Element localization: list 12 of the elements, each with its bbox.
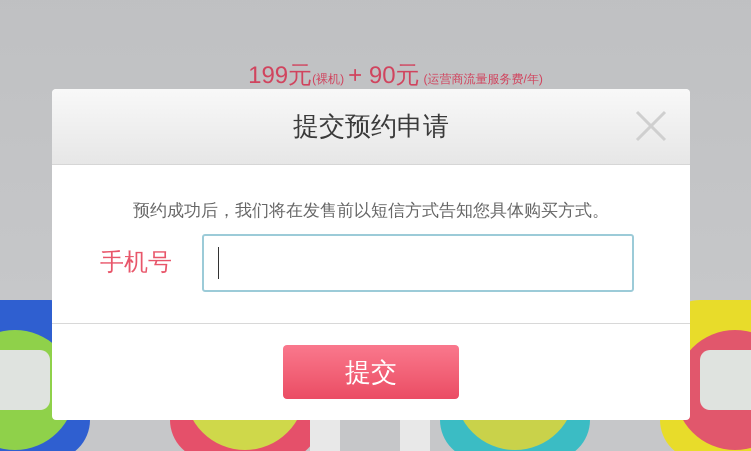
submit-button[interactable]: 提交	[283, 345, 459, 399]
phone-input-field[interactable]	[202, 234, 634, 292]
close-icon	[634, 109, 668, 143]
addon-price-text: + 90元	[348, 61, 420, 91]
info-message: 预约成功后，我们将在发售前以短信方式告知您具体购买方式。	[133, 200, 609, 222]
addon-note: (运营商流量服务费/年)	[424, 71, 543, 88]
price-note: (裸机)	[312, 71, 344, 88]
phone-label: 手机号	[100, 248, 173, 278]
close-button[interactable]	[634, 109, 668, 143]
price-text: 199元	[248, 61, 312, 91]
dialog-title: 提交预约申请	[293, 110, 449, 143]
text-cursor-icon	[218, 246, 219, 278]
